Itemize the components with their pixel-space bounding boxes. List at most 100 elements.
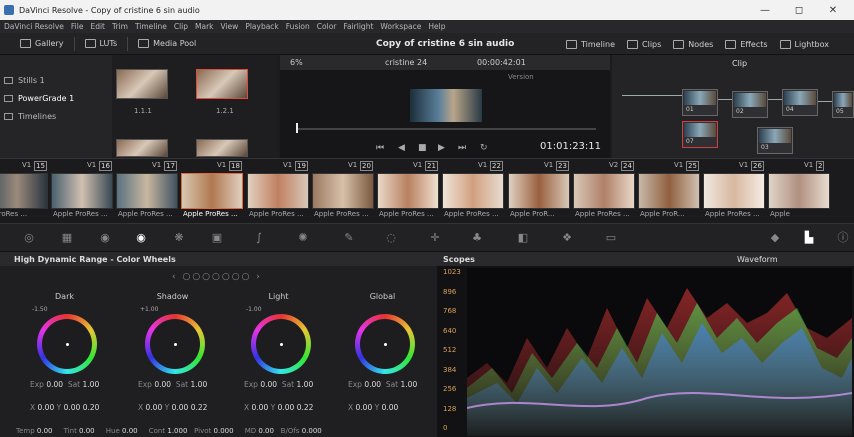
clip-thumbnail[interactable]: V1 19 Apple ProRes ... — [247, 159, 311, 223]
window-icon[interactable]: ◌ — [384, 231, 398, 245]
menu-file[interactable]: File — [71, 22, 84, 31]
menu-davinci[interactable]: DaVinci Resolve — [4, 22, 64, 31]
x-value[interactable]: 0.00 — [252, 403, 269, 412]
menu-trim[interactable]: Trim — [112, 22, 128, 31]
3d-icon[interactable]: ◆ — [768, 231, 782, 245]
magic-mask-icon[interactable]: ♣ — [470, 231, 484, 245]
z-value[interactable]: 0.22 — [297, 403, 314, 412]
node-03[interactable]: 03 — [757, 127, 793, 154]
clip-thumbnail[interactable]: V1 17 Apple ProRes ... — [116, 159, 180, 223]
zoom-dropdown[interactable]: 6% — [290, 58, 303, 67]
scrub-bar[interactable] — [296, 128, 596, 130]
md-value[interactable]: 0.00 — [258, 427, 274, 435]
sidebar-item-stills[interactable]: Stills 1 — [0, 71, 112, 89]
nodes-button[interactable]: Nodes — [667, 33, 719, 55]
clip-thumbnail[interactable]: V2 24 Apple ProRes ... — [573, 159, 637, 223]
clip-thumbnail[interactable]: V1 2 Apple — [768, 159, 832, 223]
wheel-zone-value[interactable]: -1.00 — [246, 306, 262, 313]
exp-value[interactable]: 0.00 — [46, 380, 63, 389]
menu-clip[interactable]: Clip — [174, 22, 188, 31]
y-value[interactable]: 0.00 — [278, 403, 295, 412]
sat-value[interactable]: 1.00 — [83, 380, 100, 389]
effects-button[interactable]: Effects — [719, 33, 773, 55]
key-icon[interactable]: ❖ — [560, 231, 574, 245]
skip-back-icon[interactable]: ⏮ — [376, 143, 384, 153]
curves-icon[interactable]: ∫ — [252, 231, 266, 245]
clips-button[interactable]: Clips — [621, 33, 667, 55]
version-dropdown[interactable]: Version — [508, 73, 534, 81]
maximize-button[interactable]: ◻ — [782, 5, 816, 16]
color-wheel[interactable] — [145, 314, 205, 374]
x-value[interactable]: 0.00 — [38, 403, 55, 412]
menu-fusion[interactable]: Fusion — [286, 22, 310, 31]
clip-thumbnail[interactable]: V115 e ProRes ... — [0, 159, 50, 223]
scope-mode-dropdown[interactable]: Waveform — [737, 255, 778, 264]
x-value[interactable]: 0.00 — [146, 403, 163, 412]
sat-value[interactable]: 1.00 — [191, 380, 208, 389]
still-thumbnail[interactable] — [196, 139, 248, 157]
motion-effects-icon[interactable]: ▣ — [210, 231, 224, 245]
sizing-icon[interactable]: ▭ — [604, 231, 618, 245]
close-button[interactable]: ✕ — [816, 5, 850, 16]
hdr-wheels-icon[interactable]: ◉ — [134, 231, 148, 245]
clip-thumbnail[interactable]: V1 25 Apple ProR... — [638, 159, 702, 223]
clip-thumbnail[interactable]: V1 16 Apple ProRes ... — [51, 159, 115, 223]
tint-value[interactable]: 0.00 — [79, 427, 95, 435]
timeline-name-dropdown[interactable]: cristine 24 — [385, 58, 427, 67]
bofs-value[interactable]: 0.000 — [302, 427, 322, 435]
x-value[interactable]: 0.00 — [356, 403, 373, 412]
exp-value[interactable]: 0.00 — [364, 380, 381, 389]
menu-workspace[interactable]: Workspace — [380, 22, 421, 31]
sidebar-item-powergrade[interactable]: PowerGrade 1 — [0, 89, 112, 107]
node-01[interactable]: 01 — [682, 89, 718, 116]
info-icon[interactable]: ⓘ — [836, 231, 850, 245]
color-wheel[interactable] — [355, 314, 415, 374]
y-value[interactable]: 0.00 — [382, 403, 399, 412]
clip-thumbnail[interactable]: V1 18 Apple ProRes ... — [181, 159, 245, 223]
scopes-icon[interactable]: ▙ — [802, 231, 816, 245]
still-thumbnail[interactable] — [116, 139, 168, 157]
wheel-center-handle[interactable] — [66, 343, 69, 346]
color-match-icon[interactable]: ▦ — [60, 231, 74, 245]
gallery-button[interactable]: Gallery — [0, 33, 70, 55]
sidebar-item-timelines[interactable]: Timelines — [0, 107, 112, 125]
color-warper-icon[interactable]: ✺ — [296, 231, 310, 245]
node-04[interactable]: 04 — [782, 89, 818, 116]
wheel-zone-value[interactable]: -1.50 — [32, 306, 48, 313]
menu-fairlight[interactable]: Fairlight — [343, 22, 373, 31]
temp-value[interactable]: 0.00 — [37, 427, 53, 435]
minimize-button[interactable]: — — [748, 5, 782, 16]
color-wheel[interactable] — [251, 314, 311, 374]
clip-thumbnail[interactable]: V1 22 Apple ProRes ... — [442, 159, 506, 223]
clip-thumbnail[interactable]: V1 26 Apple ProRes ... — [703, 159, 767, 223]
wheel-zone-value[interactable]: +1.00 — [140, 306, 158, 313]
node-05[interactable]: 05 — [832, 91, 854, 118]
still-thumbnail[interactable] — [196, 69, 248, 99]
stop-icon[interactable]: ■ — [418, 143, 427, 153]
reverse-icon[interactable]: ◀ — [398, 143, 405, 153]
rgb-mixer-icon[interactable]: ❋ — [172, 231, 186, 245]
node-02[interactable]: 02 — [732, 91, 768, 118]
tracker-icon[interactable]: ✛ — [428, 231, 442, 245]
hue-value[interactable]: 0.00 — [122, 427, 138, 435]
menu-mark[interactable]: Mark — [195, 22, 214, 31]
loop-icon[interactable]: ↻ — [480, 143, 488, 153]
menu-help[interactable]: Help — [428, 22, 445, 31]
clip-thumbnail[interactable]: V1 20 Apple ProRes ... — [312, 159, 376, 223]
node-07[interactable]: 07 — [682, 121, 718, 148]
wheel-page-selector[interactable]: ‹ ○○○○○○○ › — [172, 272, 262, 282]
still-thumbnail[interactable] — [116, 69, 168, 99]
blur-icon[interactable]: ◧ — [516, 231, 530, 245]
lightbox-button[interactable]: Lightbox — [774, 33, 835, 55]
wheel-center-handle[interactable] — [384, 343, 387, 346]
menu-edit[interactable]: Edit — [90, 22, 105, 31]
pivot-value[interactable]: 0.000 — [214, 427, 234, 435]
node-mode-dropdown[interactable]: Clip — [732, 59, 747, 68]
z-value[interactable]: 0.22 — [191, 403, 208, 412]
sat-value[interactable]: 1.00 — [401, 380, 418, 389]
exp-value[interactable]: 0.00 — [154, 380, 171, 389]
menu-playback[interactable]: Playback — [245, 22, 278, 31]
qualifier-icon[interactable]: ✎ — [342, 231, 356, 245]
y-value[interactable]: 0.00 — [172, 403, 189, 412]
timeline-button[interactable]: Timeline — [560, 33, 621, 55]
